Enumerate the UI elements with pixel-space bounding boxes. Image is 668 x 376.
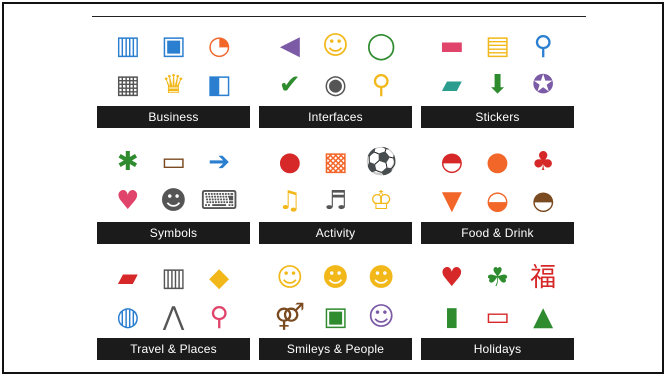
top-divider bbox=[92, 16, 586, 17]
tile-icon-grid: ☺ ☻ ☻ ⚤ ▣ ☺ bbox=[259, 254, 412, 338]
speaker-icon: ◀ bbox=[279, 30, 300, 61]
tile-label: Smileys & People bbox=[259, 338, 412, 360]
right-arrow-circle-icon: ➔ bbox=[208, 146, 231, 177]
tile-label: Travel & Places bbox=[97, 338, 250, 360]
trophy-icon: ♛ bbox=[161, 69, 186, 100]
growth-chart-icon: ◔ bbox=[207, 30, 231, 61]
tile-label: Activity bbox=[259, 222, 412, 244]
category-tile-travel-places[interactable]: ▰ ▥ ◆ ◍ ⋀ ⚲ Travel & Places bbox=[97, 254, 250, 360]
head-gears-icon: ☻ bbox=[159, 185, 188, 216]
shamrock-icon: ☘ bbox=[485, 262, 510, 293]
sticky-note-icon: ▤ bbox=[485, 30, 510, 61]
trophy-cup-icon: ♔ bbox=[369, 185, 393, 216]
christmas-tree-icon: ▲ bbox=[533, 301, 554, 332]
cherries-icon: ♣ bbox=[531, 146, 555, 177]
heart-eyes-face-icon: ☻ bbox=[321, 262, 350, 293]
tile-label: Symbols bbox=[97, 222, 250, 244]
heart-ornament-icon: ♥ bbox=[440, 262, 464, 293]
sunglasses-face-icon: ☻ bbox=[367, 262, 395, 293]
fireworks-icon: ✱ bbox=[116, 146, 139, 177]
keyboard-icon: ⌨ bbox=[200, 185, 238, 216]
rubiks-cube-icon: ▩ bbox=[323, 146, 348, 177]
relieved-face-icon: ☺ bbox=[276, 262, 304, 293]
map-pin-icon: ⚲ bbox=[533, 30, 553, 61]
tile-icon-grid: ● ▩ ⚽ ♫ ♬ ♔ bbox=[259, 138, 412, 222]
tile-icon-grid: ▬ ▤ ⚲ ▰ ⬇ ✪ bbox=[421, 22, 574, 106]
boxing-glove-icon: ● bbox=[278, 146, 302, 177]
calendar-check-icon: ▦ bbox=[115, 69, 141, 100]
category-tile-business[interactable]: ▥ ▣ ◔ ▦ ♛ ◧ Business bbox=[97, 22, 250, 128]
checkmark-icon: ✔ bbox=[278, 69, 301, 100]
ring-loader-icon: ◯ bbox=[366, 30, 396, 61]
category-tile-smileys-people[interactable]: ☺ ☻ ☻ ⚤ ▣ ☺ Smileys & People bbox=[259, 254, 412, 360]
category-tile-interfaces[interactable]: ◀ ☺ ◯ ✔ ◉ ⚲ Interfaces bbox=[259, 22, 412, 128]
kangaroo-sign-icon: ◆ bbox=[209, 262, 230, 293]
watermelon-icon: ◓ bbox=[440, 146, 464, 177]
waveform-chart-icon: ▥ bbox=[115, 30, 141, 61]
pizza-slice-icon: ▼ bbox=[441, 185, 462, 216]
category-tile-symbols[interactable]: ✱ ▭ ➔ ♥ ☻ ⌨ Symbols bbox=[97, 138, 250, 244]
tile-icon-grid: ◓ ● ♣ ▼ ◒ ◓ bbox=[421, 138, 574, 222]
chinese-character-icon: 福 bbox=[530, 262, 557, 293]
arrow-down-bookmark-icon: ⬇ bbox=[486, 69, 509, 100]
tile-icon-grid: ✱ ▭ ➔ ♥ ☻ ⌨ bbox=[97, 138, 250, 222]
tile-label: Stickers bbox=[421, 106, 574, 128]
face-badge-icon: ☺ bbox=[321, 30, 350, 61]
tile-icon-grid: ◀ ☺ ◯ ✔ ◉ ⚲ bbox=[259, 22, 412, 106]
spaghetti-icon: ◒ bbox=[486, 185, 509, 216]
earth-day-sign-icon: ▭ bbox=[485, 301, 510, 332]
presentation-board-icon: ▣ bbox=[161, 30, 186, 61]
tile-label: Holidays bbox=[421, 338, 574, 360]
category-grid: ▥ ▣ ◔ ▦ ♛ ◧ Business ◀ ☺ ◯ ✔ ◉ ⚲ Interfaces ▬ ▤ ⚲ ▰ ⬇ ✪ Stic… bbox=[97, 22, 581, 362]
tile-icon-grid: ♥ ☘ 福 ▮ ▭ ▲ bbox=[421, 254, 574, 338]
seal-badge-icon: ✪ bbox=[532, 69, 555, 100]
tile-label: Food & Drink bbox=[421, 222, 574, 244]
dashboard-icon: ◧ bbox=[206, 69, 232, 100]
teacher-board-icon: ▣ bbox=[323, 301, 348, 332]
tile-label: Interfaces bbox=[259, 106, 412, 128]
buildings-icon: ▥ bbox=[161, 262, 186, 293]
tile-icon-grid: ▰ ▥ ◆ ◍ ⋀ ⚲ bbox=[97, 254, 250, 338]
category-tile-activity[interactable]: ● ▩ ⚽ ♫ ♬ ♔ Activity bbox=[259, 138, 412, 244]
tile-label: Business bbox=[97, 106, 250, 128]
tower-bridge-icon: ⋀ bbox=[162, 301, 185, 332]
candle-icon: ▮ bbox=[444, 301, 459, 332]
heart-circle-icon: ♥ bbox=[116, 185, 140, 216]
grand-piano-icon: ♬ bbox=[323, 185, 348, 216]
rss-icon: ◉ bbox=[324, 69, 347, 100]
french-horn-icon: ♫ bbox=[278, 185, 302, 216]
vintage-car-icon: ▰ bbox=[117, 262, 138, 293]
price-tag-icon: ▬ bbox=[439, 30, 465, 61]
orange-icon: ● bbox=[486, 146, 509, 177]
scientist-icon: ☺ bbox=[367, 301, 395, 332]
burger-icon: ◓ bbox=[531, 185, 555, 216]
tile-icon-grid: ▥ ▣ ◔ ▦ ♛ ◧ bbox=[97, 22, 250, 106]
couple-icon: ⚤ bbox=[274, 301, 306, 332]
category-tile-food-drink[interactable]: ◓ ● ♣ ▼ ◒ ◓ Food & Drink bbox=[421, 138, 574, 244]
globe-icon: ◍ bbox=[116, 301, 140, 332]
soccer-ball-icon: ⚽ bbox=[364, 146, 398, 177]
category-tile-stickers[interactable]: ▬ ▤ ⚲ ▰ ⬇ ✪ Stickers bbox=[421, 22, 574, 128]
television-icon: ▭ bbox=[161, 146, 186, 177]
magnifier-icon: ⚲ bbox=[371, 69, 391, 100]
location-pin-icon: ⚲ bbox=[209, 301, 229, 332]
category-tile-holidays[interactable]: ♥ ☘ 福 ▮ ▭ ▲ Holidays bbox=[421, 254, 574, 360]
ribbon-banner-icon: ▰ bbox=[441, 69, 462, 100]
